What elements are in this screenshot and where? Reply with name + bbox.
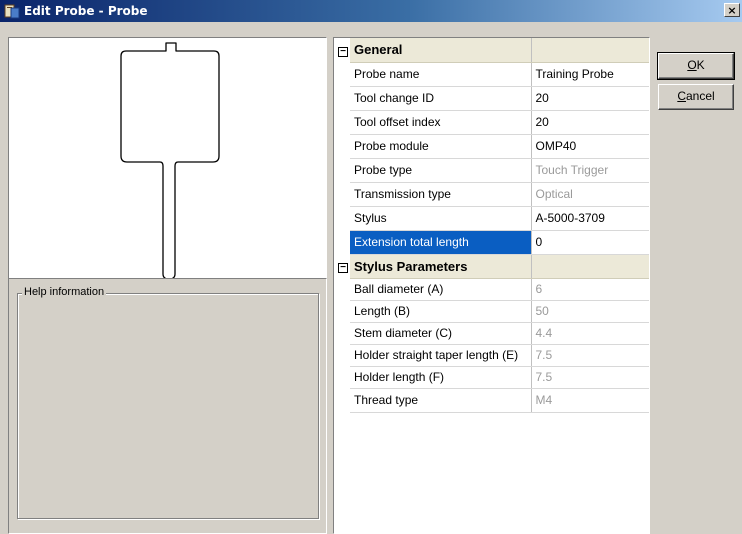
row-gutter [334,86,350,110]
category-gutter: − [334,254,350,278]
row-gutter [334,230,350,254]
property-row[interactable]: Probe module OMP40 [334,134,649,159]
row-gutter [334,278,350,300]
property-value[interactable]: 0 [531,230,649,255]
property-value: M4 [531,388,649,413]
property-value[interactable]: A-5000-3709 [531,206,649,231]
title-bar: Edit Probe - Probe × [0,0,742,22]
property-name[interactable]: Probe module [350,134,532,159]
property-row[interactable]: Probe type Touch Trigger [334,158,649,183]
collapse-icon[interactable]: − [338,263,348,273]
property-value: 50 [531,300,649,323]
row-gutter [334,182,350,206]
property-value[interactable]: 20 [531,86,649,111]
category-value-cell [530,38,649,63]
property-name[interactable]: Holder length (F) [350,366,532,389]
property-value[interactable]: OMP40 [531,134,649,159]
property-row[interactable]: Thread type M4 [334,388,649,413]
property-value[interactable]: Training Probe [531,62,649,87]
ok-accelerator: O [687,58,697,72]
property-row[interactable]: Stem diameter (C) 4.4 [334,322,649,345]
property-value[interactable]: 20 [531,110,649,135]
ok-button[interactable]: OK [657,52,735,80]
property-row[interactable]: Ball diameter (A) 6 [334,278,649,301]
row-gutter [334,300,350,322]
property-table: − General Probe name Training Probe Tool cha… [334,38,649,413]
property-name[interactable]: Thread type [350,388,532,413]
property-value: Touch Trigger [531,158,649,183]
help-groupbox: Help information [17,286,319,519]
property-value: 4.4 [531,322,649,345]
cancel-accelerator: C [677,89,686,103]
property-row[interactable]: Tool offset index 20 [334,110,649,135]
category-row[interactable]: − General [334,38,649,63]
category-value-cell [530,254,649,279]
category-row[interactable]: − Stylus Parameters [334,254,649,279]
category-label: Stylus Parameters [350,254,532,279]
row-gutter [334,344,350,366]
probe-preview-panel [8,37,327,285]
cancel-button[interactable]: Cancel [658,84,734,110]
property-name[interactable]: Stylus [350,206,532,231]
property-row[interactable]: Length (B) 50 [334,300,649,323]
row-gutter [334,322,350,344]
property-row[interactable]: Tool change ID 20 [334,86,649,111]
property-value: 7.5 [531,344,649,367]
property-name[interactable]: Probe type [350,158,532,183]
property-row[interactable]: Transmission type Optical [334,182,649,207]
property-name[interactable]: Tool offset index [350,110,532,135]
property-name[interactable]: Transmission type [350,182,532,207]
property-row[interactable]: Holder length (F) 7.5 [334,366,649,389]
close-icon: × [727,4,737,17]
row-gutter [334,206,350,230]
property-row[interactable]: Probe name Training Probe [334,62,649,87]
probe-app-icon [4,4,20,19]
row-gutter [334,110,350,134]
close-button[interactable]: × [724,3,740,17]
row-gutter [334,366,350,388]
property-value: 7.5 [531,366,649,389]
ok-label-rest: K [696,58,705,72]
help-legend: Help information [22,286,107,298]
property-name[interactable]: Probe name [350,62,532,87]
button-pane: OK Cancel [655,37,738,534]
row-gutter [334,158,350,182]
row-gutter [334,62,350,86]
property-name[interactable]: Stem diameter (C) [350,322,532,345]
property-name[interactable]: Holder straight taper length (E) [350,344,532,367]
property-value: 6 [531,278,649,301]
property-name[interactable]: Tool change ID [350,86,532,111]
row-gutter [334,134,350,158]
help-panel: Help information [8,278,327,534]
window-title: Edit Probe - Probe [24,4,148,18]
property-row[interactable]: Extension total length 0 [334,230,649,255]
category-gutter: − [334,38,350,62]
category-label: General [350,38,532,63]
row-gutter [334,388,350,412]
probe-outline-drawing [120,42,220,284]
property-value: Optical [531,182,649,207]
collapse-icon[interactable]: − [338,47,348,57]
dialog-body: Help information − General Probe name Train… [0,22,742,534]
property-name[interactable]: Extension total length [350,230,532,255]
property-name[interactable]: Ball diameter (A) [350,278,532,301]
property-row[interactable]: Stylus A-5000-3709 [334,206,649,231]
property-name[interactable]: Length (B) [350,300,532,323]
property-row[interactable]: Holder straight taper length (E) 7.5 [334,344,649,367]
property-grid[interactable]: − General Probe name Training Probe Tool cha… [333,37,650,534]
cancel-label-rest: ancel [685,89,715,103]
